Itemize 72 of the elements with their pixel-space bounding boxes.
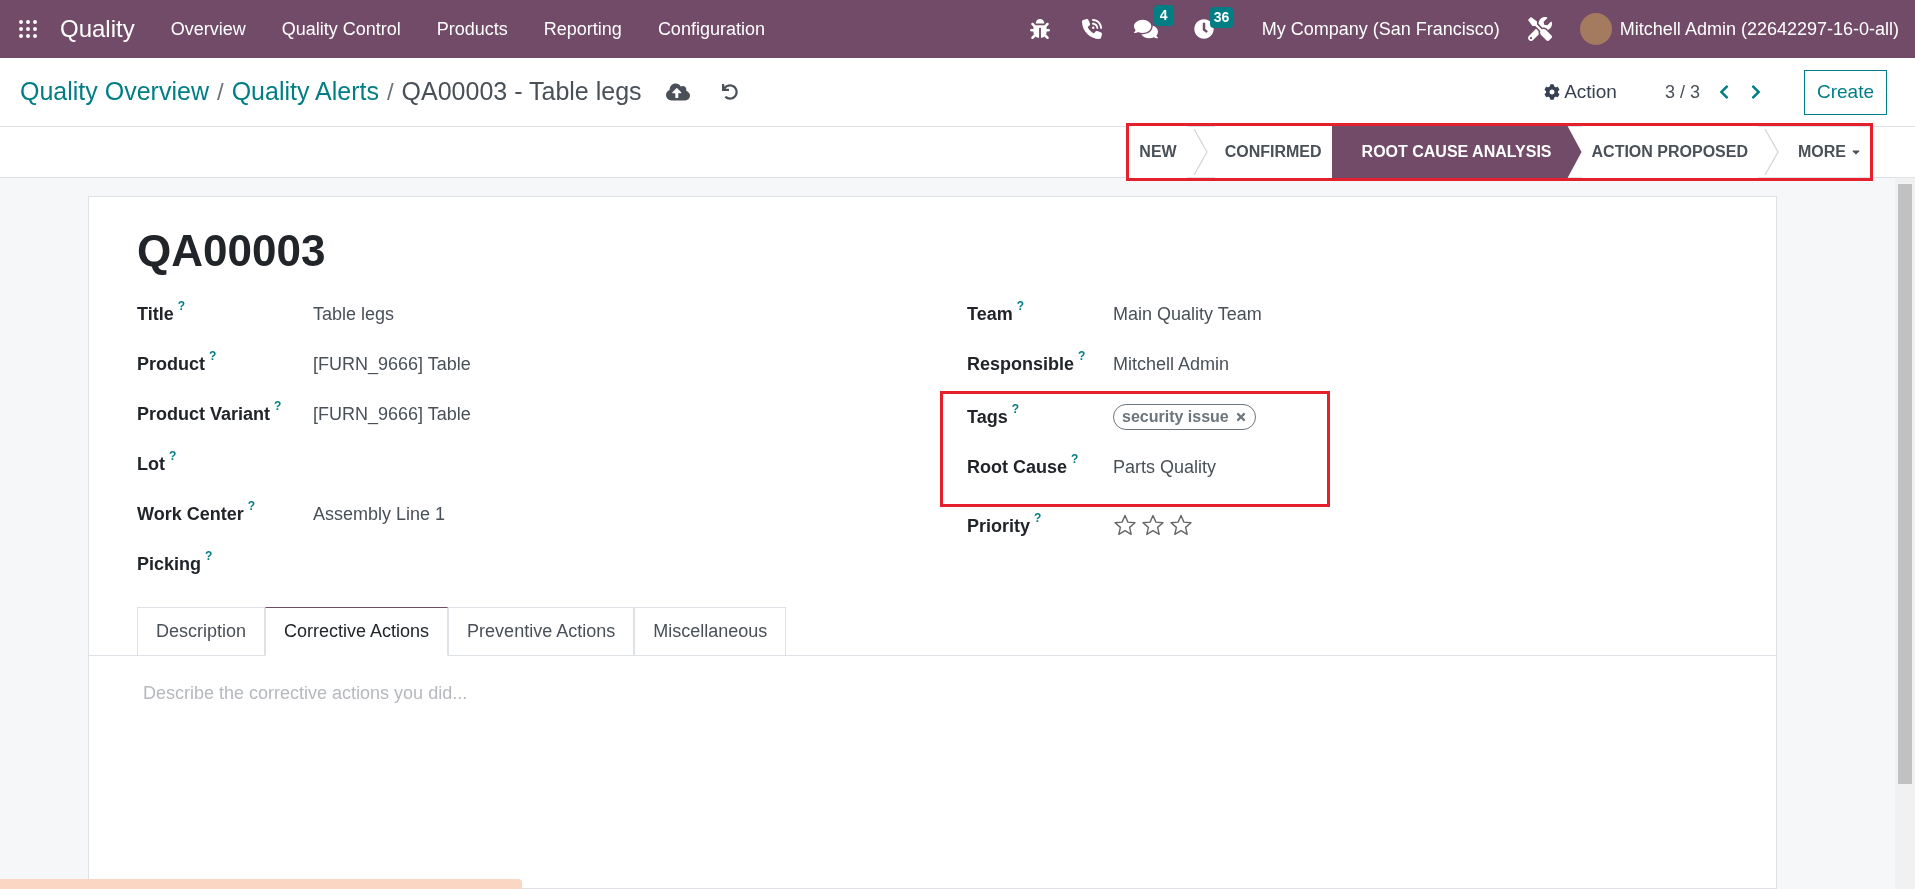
field-label: Tags ? — [967, 404, 1113, 431]
field-label: Root Cause ? — [967, 454, 1113, 481]
app-name[interactable]: Quality — [60, 11, 135, 47]
clock-icon[interactable] — [1193, 19, 1214, 39]
field-label: Lot ? — [137, 451, 313, 478]
form-tab[interactable]: Description — [137, 607, 266, 656]
help-mark[interactable]: ? — [1071, 452, 1079, 481]
breadcrumb-current: QA00003 - Table legs — [401, 76, 642, 108]
tools-icon[interactable] — [1527, 17, 1552, 41]
menu-item[interactable]: Overview — [170, 15, 246, 43]
field-label: Priority ? — [967, 513, 1113, 540]
field-label: Responsible ? — [967, 351, 1113, 378]
pager-value[interactable]: 3 / 3 — [1664, 78, 1700, 106]
stage-button[interactable]: ACTION PROPOSED — [1581, 126, 1758, 178]
menu-item[interactable]: Products — [436, 15, 508, 43]
breadcrumb-link[interactable]: Quality Alerts — [231, 73, 379, 111]
more-stages-button[interactable]: MORE — [1786, 126, 1870, 178]
field-value[interactable]: Parts Quality — [1113, 454, 1217, 481]
help-mark[interactable]: ? — [177, 299, 186, 328]
action-menu-button[interactable]: Action — [1544, 77, 1617, 107]
breadcrumb-link[interactable]: Quality Overview — [20, 73, 209, 111]
form-tab[interactable]: Corrective Actions — [265, 607, 449, 656]
count-badge: 4 — [1153, 5, 1174, 26]
phone-icon[interactable] — [1081, 19, 1102, 39]
company-switcher[interactable]: My Company (San Francisco) — [1261, 15, 1500, 43]
create-button[interactable]: Create — [1803, 69, 1887, 115]
field-label: Work Center ? — [137, 501, 313, 528]
star-icon[interactable] — [1141, 513, 1165, 537]
field-value[interactable]: Assembly Line 1 — [313, 501, 446, 528]
field-label: Picking ? — [137, 551, 313, 578]
chevron-divider — [1764, 129, 1780, 175]
field-value[interactable]: Main Quality Team — [1113, 301, 1262, 328]
help-mark[interactable]: ? — [1016, 299, 1025, 328]
form-tab[interactable]: Miscellaneous — [634, 607, 787, 656]
field-value[interactable]: Table legs — [313, 301, 395, 328]
help-mark[interactable]: ? — [209, 349, 217, 378]
star-icon[interactable] — [1169, 513, 1193, 537]
field-value[interactable]: Mitchell Admin — [1113, 351, 1230, 378]
breadcrumb-separator: / — [216, 77, 224, 107]
stage-button[interactable]: NEW — [1129, 126, 1187, 178]
breadcrumb-separator: / — [386, 77, 394, 107]
field-label: Product ? — [137, 351, 313, 378]
chat-icon[interactable] — [1133, 17, 1158, 41]
bug-icon[interactable] — [1029, 19, 1050, 39]
chevron-divider — [1192, 129, 1209, 175]
help-mark[interactable]: ? — [1011, 402, 1020, 431]
help-mark[interactable]: ? — [1078, 349, 1086, 378]
help-mark[interactable]: ? — [205, 549, 213, 578]
settings-icon — [1544, 84, 1561, 100]
stage-button[interactable]: ROOT CAUSE ANALYSIS — [1331, 126, 1582, 178]
help-mark[interactable]: ? — [1034, 511, 1042, 540]
stage-button[interactable]: CONFIRMED — [1214, 126, 1332, 178]
field-label: Title ? — [137, 301, 313, 328]
menu-item[interactable]: Configuration — [657, 15, 765, 43]
help-mark[interactable]: ? — [274, 399, 282, 428]
user-menu[interactable]: Mitchell Admin (22642297-16-0-all) — [1619, 15, 1899, 43]
field-label: Product Variant ? — [137, 401, 313, 428]
menu-item[interactable]: Reporting — [543, 15, 622, 43]
record-name: QA00003 — [137, 229, 327, 273]
form-tab[interactable]: Preventive Actions — [448, 607, 635, 656]
apps-menu-icon[interactable] — [16, 17, 40, 41]
help-mark[interactable]: ? — [247, 499, 256, 528]
notes-field[interactable]: Describe the corrective actions you did... — [143, 680, 1722, 707]
field-label: Team ? — [967, 301, 1113, 328]
count-badge: 36 — [1209, 7, 1234, 28]
field-value[interactable]: [FURN_9666] Table — [313, 351, 471, 378]
field-value[interactable]: [FURN_9666] Table — [313, 401, 471, 428]
menu-item[interactable]: Quality Control — [281, 15, 401, 43]
star-icon[interactable] — [1113, 513, 1137, 537]
discard-icon[interactable] — [721, 84, 738, 100]
help-mark[interactable]: ? — [169, 449, 177, 478]
remove-icon[interactable] — [1234, 411, 1247, 423]
